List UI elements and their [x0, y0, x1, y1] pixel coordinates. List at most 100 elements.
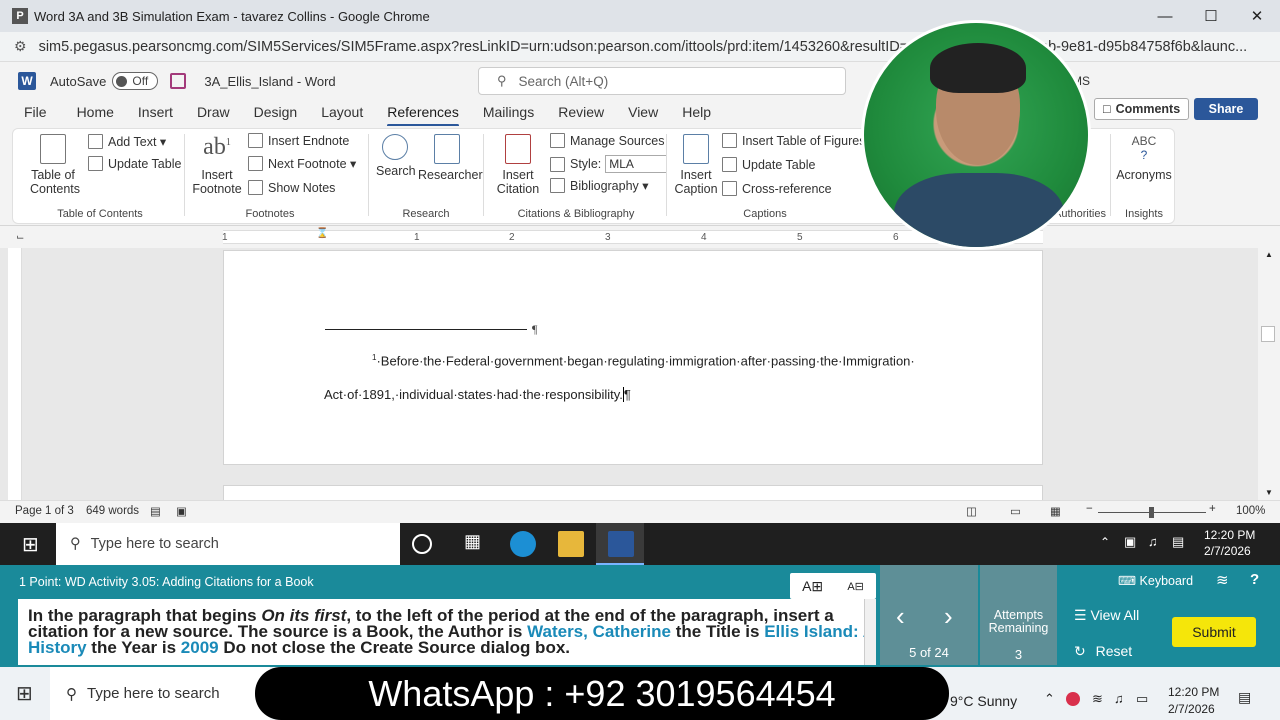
- tab-mailings[interactable]: Mailings: [483, 101, 534, 125]
- scroll-down-icon[interactable]: ▼: [1265, 488, 1273, 497]
- share-button[interactable]: Share: [1194, 98, 1258, 120]
- proofing-icon[interactable]: ▤: [150, 504, 161, 518]
- word-taskbar-button[interactable]: [596, 523, 644, 565]
- network-icon[interactable]: ≋: [1092, 691, 1103, 707]
- site-settings-icon[interactable]: ⚙: [14, 38, 27, 55]
- comments-button[interactable]: □ Comments: [1094, 98, 1190, 120]
- edge-icon[interactable]: [510, 531, 536, 557]
- tab-layout[interactable]: Layout: [321, 101, 363, 125]
- submit-button[interactable]: Submit: [1172, 617, 1256, 647]
- tab-references[interactable]: References: [387, 101, 459, 127]
- taskbar-search[interactable]: ⚲ Type here to search: [50, 667, 270, 720]
- style-value[interactable]: MLA: [605, 155, 668, 173]
- vertical-scrollbar[interactable]: ▲ ▼: [1258, 248, 1280, 500]
- group-footnotes-label: Footnotes: [245, 208, 295, 220]
- scroll-up-icon[interactable]: ▲: [1265, 250, 1273, 259]
- zoom-level[interactable]: 100%: [1236, 505, 1265, 517]
- footnote-line-1[interactable]: 1·Before·the·Federal·government·began·re…: [372, 353, 915, 368]
- reset-button[interactable]: ↻ Reset: [1074, 643, 1132, 660]
- tray-chevron-icon[interactable]: ⌃: [1044, 691, 1055, 707]
- file-explorer-icon[interactable]: [558, 531, 584, 557]
- view-all-button[interactable]: ☰ View All: [1074, 607, 1139, 624]
- taskbar-date[interactable]: 2/7/2026: [1168, 702, 1215, 716]
- tab-home[interactable]: Home: [77, 101, 114, 125]
- address-bar[interactable]: ⚙ sim5.pegasus.pearsoncmg.com/SIM5Servic…: [0, 32, 1280, 62]
- save-icon[interactable]: [170, 73, 187, 89]
- taskbar-time[interactable]: 12:20 PM: [1168, 685, 1219, 699]
- citation-style-select[interactable]: Style: MLA: [550, 155, 668, 173]
- print-layout-icon[interactable]: ▭: [1010, 504, 1021, 518]
- taskbar-search[interactable]: ⚲ Type here to search: [56, 523, 400, 565]
- record-icon[interactable]: [1066, 692, 1080, 706]
- insert-caption-button[interactable]: Insert Caption: [674, 134, 718, 196]
- word-count[interactable]: 649 words: [86, 505, 139, 517]
- zoom-slider-thumb[interactable]: [1149, 507, 1154, 518]
- bibliography-button[interactable]: Bibliography ▾: [550, 178, 649, 193]
- page-count[interactable]: Page 1 of 3: [15, 505, 74, 517]
- zoom-in-icon[interactable]: +: [1209, 503, 1216, 515]
- manage-sources-button[interactable]: Manage Sources: [550, 133, 665, 148]
- windows-start-icon[interactable]: ⊞: [22, 532, 39, 557]
- read-mode-icon[interactable]: ◫: [966, 504, 977, 518]
- next-footnote-button[interactable]: Next Footnote ▾: [248, 156, 356, 171]
- windows-start-icon[interactable]: ⊞: [16, 681, 33, 706]
- pilcrow-end: ¶: [623, 387, 631, 402]
- keyboard-button[interactable]: ⌨ Keyboard: [1118, 573, 1193, 588]
- show-notes-button[interactable]: Show Notes: [248, 180, 335, 195]
- table-of-contents-button[interactable]: Table of Contents: [30, 134, 80, 196]
- document-page[interactable]: ¶ 1·Before·the·Federal·government·began·…: [223, 250, 1043, 465]
- autosave-toggle[interactable]: Off: [112, 72, 159, 90]
- url-tail[interactable]: ab-9e81-d95b84758f6b&launc...: [1040, 39, 1247, 55]
- maximize-icon[interactable]: ☐: [1188, 0, 1234, 32]
- tab-review[interactable]: Review: [558, 101, 604, 125]
- taskbar-date[interactable]: 2/7/2026: [1204, 544, 1251, 558]
- prev-question-icon[interactable]: ‹: [896, 601, 905, 632]
- tray-chevron-icon[interactable]: ⌃: [1100, 535, 1110, 549]
- tab-insert[interactable]: Insert: [138, 101, 173, 125]
- tab-help[interactable]: Help: [682, 101, 711, 125]
- volume-icon[interactable]: ♫: [1114, 691, 1124, 706]
- url-text[interactable]: sim5.pegasus.pearsoncmg.com/SIM5Services…: [39, 39, 939, 55]
- help-icon[interactable]: ?: [1250, 571, 1259, 588]
- notification-icon[interactable]: ▤: [1172, 534, 1184, 550]
- instructions-scrollbar[interactable]: [864, 599, 876, 665]
- cross-reference-button[interactable]: Cross-reference: [722, 181, 832, 196]
- update-table-toc-button[interactable]: Update Table: [88, 156, 181, 171]
- footnote-line-2[interactable]: Act·of·1891,·individual·states·had·the·r…: [324, 387, 631, 402]
- close-icon[interactable]: ✕: [1234, 0, 1280, 32]
- tab-file[interactable]: File: [24, 101, 47, 125]
- tab-view[interactable]: View: [628, 101, 658, 125]
- task-view-icon[interactable]: ▦: [464, 531, 490, 557]
- insert-citation-button[interactable]: Insert Citation: [490, 134, 546, 196]
- weather-text[interactable]: 9°C Sunny: [950, 693, 1017, 709]
- notification-icon[interactable]: ▤: [1238, 689, 1251, 706]
- decrease-font-button[interactable]: A⊟: [847, 580, 864, 593]
- insert-endnote-button[interactable]: Insert Endnote: [248, 133, 349, 148]
- next-question-icon[interactable]: ›: [944, 601, 953, 632]
- add-text-button[interactable]: Add Text ▾: [88, 134, 166, 149]
- tab-design[interactable]: Design: [254, 101, 298, 125]
- web-layout-icon[interactable]: ▦: [1050, 504, 1061, 518]
- update-table-captions-button[interactable]: Update Table: [722, 157, 815, 172]
- tab-draw[interactable]: Draw: [197, 101, 230, 125]
- scroll-thumb[interactable]: [1261, 326, 1275, 342]
- tab-selector-icon[interactable]: ⌙: [16, 232, 24, 243]
- zoom-out-icon[interactable]: −: [1086, 503, 1093, 515]
- acronyms-button[interactable]: ABC? Acronyms: [1116, 134, 1172, 182]
- network-icon[interactable]: ▣: [1124, 534, 1136, 550]
- cortana-icon[interactable]: [412, 534, 432, 554]
- horizontal-ruler[interactable]: ⌙ 1 ⌛ 1 2 3 4 5 6: [0, 226, 1280, 248]
- accessibility-icon[interactable]: ▣: [176, 504, 187, 518]
- battery-icon[interactable]: ▭: [1136, 691, 1148, 707]
- minimize-icon[interactable]: —: [1142, 0, 1188, 32]
- search-ribbon-button[interactable]: Search: [376, 134, 416, 178]
- indent-marker-icon[interactable]: ⌛: [316, 228, 328, 239]
- increase-font-button[interactable]: A⊞: [802, 578, 823, 595]
- taskbar-time[interactable]: 12:20 PM: [1204, 528, 1255, 542]
- volume-icon[interactable]: ♫: [1148, 534, 1158, 549]
- researcher-button[interactable]: Researcher: [418, 134, 483, 182]
- insert-tof-button[interactable]: Insert Table of Figures: [722, 133, 865, 148]
- insert-footnote-button[interactable]: ab1 Insert Footnote: [192, 135, 242, 196]
- update-table-captions-label: Update Table: [742, 157, 816, 172]
- word-search-box[interactable]: ⚲ Search (Alt+Q): [478, 67, 846, 95]
